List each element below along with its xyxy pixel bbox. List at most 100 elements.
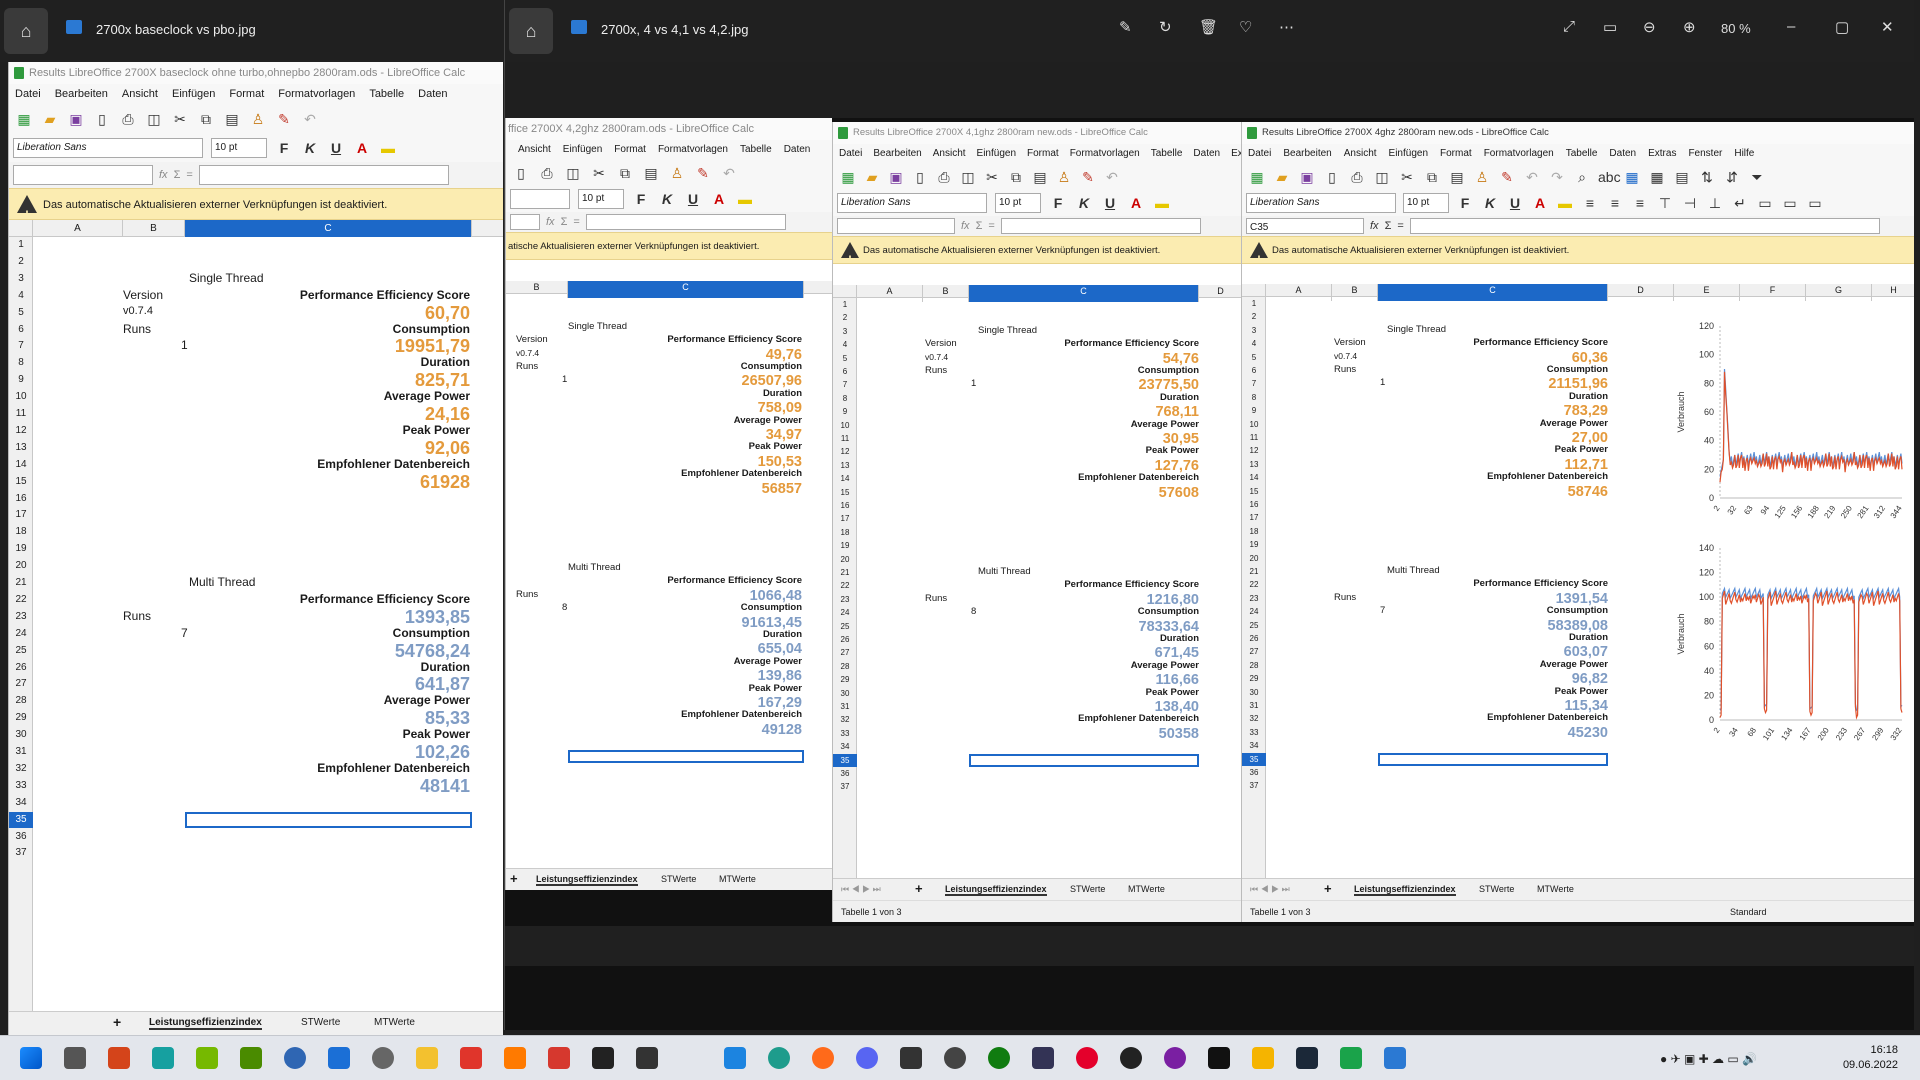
font-color-icon[interactable]: A — [1531, 194, 1549, 212]
copy-icon[interactable]: ⧉ — [1007, 168, 1025, 186]
copy-icon[interactable]: ⧉ — [1423, 168, 1441, 186]
row-header[interactable]: 17 — [9, 507, 33, 524]
new-icon[interactable]: ▦ — [1248, 168, 1266, 186]
autofilter-icon[interactable]: ⏷ — [1748, 168, 1766, 186]
task-view-icon[interactable] — [64, 1047, 86, 1069]
row-header[interactable]: 18 — [1242, 525, 1266, 538]
col-header-a[interactable]: A — [1266, 284, 1332, 301]
menu-datei[interactable]: Datei — [1248, 144, 1271, 164]
row-header[interactable]: 1 — [833, 298, 857, 311]
highlight-icon[interactable]: ▬ — [1153, 194, 1171, 212]
clear-format-icon[interactable]: ✎ — [275, 110, 293, 128]
add-sheet-icon[interactable]: + — [915, 881, 923, 896]
row-header[interactable]: 24 — [9, 626, 33, 643]
firefox-icon[interactable] — [812, 1047, 834, 1069]
row-header[interactable]: 13 — [9, 440, 33, 457]
merge-icon[interactable]: ▭ — [1756, 194, 1774, 212]
clone-format-icon[interactable]: ♙ — [1473, 168, 1491, 186]
row-header[interactable]: 20 — [1242, 552, 1266, 565]
new-icon[interactable]: ▦ — [839, 168, 857, 186]
menu-daten[interactable]: Daten — [784, 140, 811, 160]
headers-icon[interactable]: ▤ — [1673, 168, 1691, 186]
col-header-b[interactable]: B — [123, 220, 185, 237]
selected-cell-c35[interactable] — [1378, 752, 1608, 766]
function-wizard-icon[interactable]: fx — [961, 220, 970, 232]
row-header[interactable]: 34 — [833, 740, 857, 753]
zoom-in-icon[interactable]: ⊕ — [1683, 18, 1696, 36]
selected-cell-c35[interactable] — [185, 811, 472, 829]
menu-ansicht[interactable]: Ansicht — [933, 144, 966, 164]
tab-stwerte[interactable]: STWerte — [1070, 884, 1105, 894]
function-wizard-icon[interactable]: fx — [159, 169, 168, 181]
row-header[interactable]: 12 — [9, 423, 33, 440]
steam-icon[interactable] — [1296, 1047, 1318, 1069]
col-header-f[interactable]: F — [1740, 284, 1806, 301]
copy-icon[interactable]: ⧉ — [197, 110, 215, 128]
menu-tabelle[interactable]: Tabelle — [1151, 144, 1183, 164]
cut-icon[interactable]: ✂ — [171, 110, 189, 128]
wrap-icon[interactable]: ↵ — [1731, 194, 1749, 212]
row-header[interactable]: 8 — [9, 355, 33, 372]
xbox-icon[interactable] — [988, 1047, 1010, 1069]
row-header[interactable]: 27 — [9, 676, 33, 693]
mt-consumption-chart[interactable]: Verbrauch1401201008060402002 34 68 101 134 16… — [1672, 534, 1912, 764]
undo-icon[interactable]: ↶ — [1523, 168, 1541, 186]
row-header[interactable]: 16 — [833, 499, 857, 512]
italic-icon[interactable]: K — [658, 190, 676, 208]
find-replace-icon[interactable]: ⌕ — [1573, 168, 1591, 186]
edit-icon[interactable]: ✎ — [1119, 18, 1132, 36]
menu-daten[interactable]: Daten — [418, 84, 447, 104]
row-header[interactable]: 2 — [9, 254, 33, 271]
row-header[interactable]: 2 — [1242, 310, 1266, 323]
tab-leistungseffizienzindex[interactable]: Leistungseffizienzindex — [1354, 884, 1456, 896]
paste-icon[interactable]: ▤ — [223, 110, 241, 128]
selected-cell-c35[interactable] — [568, 749, 804, 763]
row-header[interactable]: 35 — [1242, 752, 1266, 766]
row-header[interactable]: 20 — [833, 553, 857, 566]
print-icon[interactable]: ⎙ — [1348, 168, 1366, 186]
row-header[interactable]: 30 — [9, 727, 33, 744]
menu-formatvorlagen[interactable]: Formatvorlagen — [1070, 144, 1140, 164]
equals-icon[interactable]: = — [1397, 220, 1403, 232]
merge-center-icon[interactable]: ▭ — [1781, 194, 1799, 212]
unmerge-icon[interactable]: ▭ — [1806, 194, 1824, 212]
row-header[interactable]: 3 — [833, 325, 857, 338]
font-color-icon[interactable]: A — [353, 139, 371, 157]
paste-icon[interactable]: ▤ — [1031, 168, 1049, 186]
row-header[interactable]: 37 — [833, 780, 857, 793]
app-icon-14[interactable] — [1252, 1047, 1274, 1069]
menu-fenster[interactable]: Fenster — [1688, 144, 1722, 164]
row-header[interactable]: 9 — [9, 372, 33, 389]
tab-stwerte[interactable]: STWerte — [301, 1017, 340, 1028]
menu-tabelle[interactable]: Tabelle — [740, 140, 772, 160]
print-preview-icon[interactable]: ◫ — [564, 164, 582, 182]
photos-icon[interactable] — [1384, 1047, 1406, 1069]
row-header[interactable]: 28 — [9, 693, 33, 710]
font-name-box[interactable]: Liberation Sans — [13, 138, 203, 158]
close-icon[interactable]: ✕ — [1881, 18, 1894, 36]
tab-mtwerte[interactable]: MTWerte — [719, 874, 756, 884]
row-header[interactable]: 20 — [9, 558, 33, 575]
more-icon[interactable]: ⋯ — [1279, 18, 1294, 36]
align-middle-icon[interactable]: ⊣ — [1681, 194, 1699, 212]
align-left-icon[interactable]: ≡ — [1581, 194, 1599, 212]
underline-icon[interactable]: U — [1506, 194, 1524, 212]
align-bottom-icon[interactable]: ⊥ — [1706, 194, 1724, 212]
tab-mtwerte[interactable]: MTWerte — [374, 1017, 415, 1028]
paste-icon[interactable]: ▤ — [642, 164, 660, 182]
menu-daten[interactable]: Daten — [1193, 144, 1220, 164]
app-icon-9[interactable] — [900, 1047, 922, 1069]
add-sheet-icon[interactable]: + — [1324, 881, 1332, 896]
tab-leistungseffizienzindex[interactable]: Leistungseffizienzindex — [149, 1017, 262, 1030]
row-header[interactable]: 36 — [1242, 766, 1266, 779]
menu-einfuegen[interactable]: Einfügen — [977, 144, 1016, 164]
print-icon[interactable]: ⎙ — [935, 168, 953, 186]
row-header[interactable]: 23 — [9, 609, 33, 626]
app-icon-13[interactable] — [1164, 1047, 1186, 1069]
row-header[interactable]: 3 — [9, 271, 33, 288]
clone-format-icon[interactable]: ♙ — [1055, 168, 1073, 186]
row-header[interactable]: 6 — [9, 322, 33, 339]
function-wizard-icon[interactable]: fx — [546, 216, 555, 228]
col-header-b[interactable]: B — [923, 285, 969, 302]
col-header-b[interactable]: B — [1332, 284, 1378, 301]
